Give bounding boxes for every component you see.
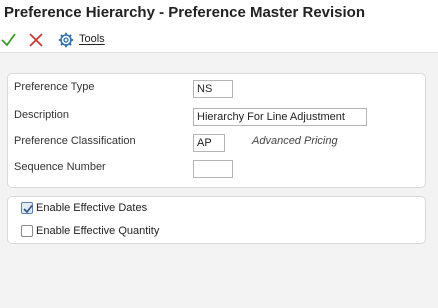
- preference-type-label: Preference Type: [14, 81, 95, 93]
- tools-label: Tools: [79, 33, 105, 45]
- sequence-number-label: Sequence Number: [14, 161, 106, 173]
- ok-button[interactable]: [0, 31, 18, 49]
- description-label: Description: [14, 109, 70, 121]
- preference-classification-field[interactable]: AP: [193, 134, 225, 152]
- enable-effective-quantity-checkbox[interactable]: [21, 225, 33, 237]
- title-bar: Preference Hierarchy - Preference Master…: [0, 0, 438, 28]
- sequence-number-field[interactable]: [193, 160, 233, 178]
- toolbar: Tools: [0, 28, 438, 53]
- checkmark-icon: [23, 205, 33, 214]
- enable-effective-quantity-label[interactable]: Enable Effective Quantity: [36, 225, 159, 237]
- page-title: Preference Hierarchy - Preference Master…: [4, 4, 366, 21]
- preference-classification-label: Preference Classification: [14, 135, 136, 147]
- classification-description: Advanced Pricing: [252, 135, 338, 147]
- gear-icon: [58, 32, 74, 48]
- description-field[interactable]: Hierarchy For Line Adjustment: [193, 108, 367, 126]
- checkmark-icon: [1, 33, 16, 47]
- enable-effective-dates-checkbox[interactable]: [21, 202, 33, 214]
- tools-button[interactable]: Tools: [58, 31, 118, 49]
- enable-effective-dates-label[interactable]: Enable Effective Dates: [36, 202, 147, 214]
- close-icon: [29, 33, 43, 47]
- preference-type-field[interactable]: NS: [193, 80, 233, 98]
- cancel-button[interactable]: [27, 31, 45, 49]
